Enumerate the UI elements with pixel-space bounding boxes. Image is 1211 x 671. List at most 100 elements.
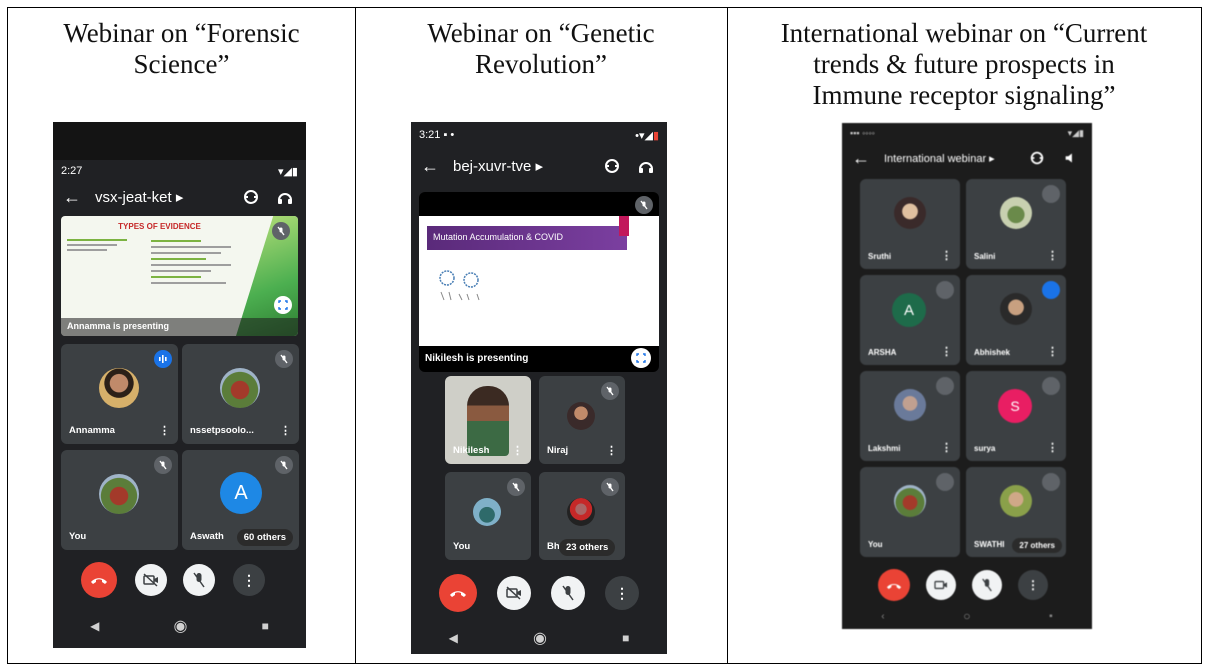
participant-tile[interactable]: A ARSHA ⋮ xyxy=(860,275,960,365)
others-count-badge[interactable]: 23 others xyxy=(559,539,616,556)
participant-tile[interactable]: Lakshmi ⋮ xyxy=(860,371,960,461)
more-options-icon[interactable]: ⋮ xyxy=(1047,345,1058,358)
slide-title: Mutation Accumulation & COVID xyxy=(433,232,564,242)
switch-camera-icon[interactable] xyxy=(240,186,262,208)
phone-screenshot-immune: ▪▪▪ ◦◦◦◦ ▾◢▮ ← International webinar ▸ S… xyxy=(842,123,1092,629)
participant-photo xyxy=(99,368,139,408)
more-options-icon[interactable]: ⋮ xyxy=(941,249,952,262)
camera-off-button[interactable] xyxy=(135,564,167,596)
more-options-button[interactable]: ⋮ xyxy=(233,564,265,596)
caption-line: trends & future prospects in xyxy=(813,49,1115,79)
more-options-icon[interactable]: ⋮ xyxy=(1047,249,1058,262)
participant-tile[interactable]: Bh 23 others xyxy=(539,472,625,560)
speaking-indicator-icon xyxy=(1042,281,1060,299)
status-time: ▪▪▪ ◦◦◦◦ xyxy=(850,128,875,138)
audio-output-icon[interactable] xyxy=(635,155,657,177)
others-count-badge[interactable]: 27 others xyxy=(1012,538,1062,553)
participant-tile[interactable]: A Aswath 60 others xyxy=(182,450,299,550)
switch-camera-icon[interactable] xyxy=(1026,147,1048,169)
participant-tile[interactable]: Sruthi ⋮ xyxy=(860,179,960,269)
mic-off-icon xyxy=(1042,473,1060,491)
participant-photo xyxy=(567,498,595,526)
participant-tile[interactable]: You xyxy=(860,467,960,557)
fullscreen-icon[interactable] xyxy=(274,296,292,314)
switch-camera-icon[interactable] xyxy=(601,155,623,177)
speaker-icon[interactable] xyxy=(1060,147,1082,169)
more-options-button[interactable]: ⋮ xyxy=(1018,570,1048,600)
participant-tile[interactable]: nssetpsoolo... ⋮ xyxy=(182,344,299,444)
fullscreen-icon[interactable] xyxy=(631,348,651,368)
more-options-icon[interactable]: ⋮ xyxy=(512,444,523,457)
back-arrow-icon[interactable]: ← xyxy=(852,148,870,169)
nav-home-icon[interactable]: ◉ xyxy=(173,616,187,636)
more-options-icon[interactable]: ⋮ xyxy=(280,424,291,437)
slide-page: Mutation Accumulation & COVID xyxy=(419,216,659,346)
mic-off-button[interactable] xyxy=(551,576,585,610)
back-arrow-icon[interactable]: ← xyxy=(421,156,439,177)
nav-recents-icon[interactable]: ■ xyxy=(262,619,269,633)
participant-tile[interactable]: Annamma ⋮ xyxy=(61,344,178,444)
audio-output-icon[interactable] xyxy=(274,186,296,208)
more-options-icon[interactable]: ⋮ xyxy=(941,441,952,454)
meeting-code[interactable]: International webinar ▸ xyxy=(884,152,1014,165)
participant-tile[interactable]: You xyxy=(445,472,531,560)
meeting-code[interactable]: bej-xuvr-tve ▸ xyxy=(453,157,589,175)
status-time: 2:27 xyxy=(61,165,83,177)
participant-tile[interactable]: Salini ⋮ xyxy=(966,179,1066,269)
mic-off-icon xyxy=(1042,377,1060,395)
participant-photo xyxy=(894,485,926,517)
android-nav-bar: ◀ ◉ ■ xyxy=(53,612,306,640)
participant-tile[interactable]: Nikilesh ⋮ xyxy=(445,376,531,464)
more-options-icon[interactable]: ⋮ xyxy=(606,444,617,457)
column-forensic: Webinar on “Forensic Science” 2:27 ▾◢▮ ←… xyxy=(8,8,356,663)
slide-title-bar: Mutation Accumulation & COVID xyxy=(427,226,627,250)
status-icons: ▾◢▮ xyxy=(1067,127,1084,138)
android-nav-bar: ◀ ◉ ■ xyxy=(411,624,667,652)
meeting-code[interactable]: vsx-jeat-ket ▸ xyxy=(95,188,228,206)
more-options-icon[interactable]: ⋮ xyxy=(941,345,952,358)
participant-tile[interactable]: Abhishek ⋮ xyxy=(966,275,1066,365)
end-call-button[interactable] xyxy=(878,569,910,601)
nav-back-icon[interactable]: ◀ xyxy=(449,631,458,645)
status-bar: 3:21 ▪ • •▾◢▮ xyxy=(411,126,667,144)
participant-tile[interactable]: S surya ⋮ xyxy=(966,371,1066,461)
end-call-button[interactable] xyxy=(81,562,117,598)
participant-name: Annamma xyxy=(69,425,115,436)
comparison-table: Webinar on “Forensic Science” 2:27 ▾◢▮ ←… xyxy=(7,7,1202,664)
participant-name: Lakshmi xyxy=(868,444,901,453)
mic-off-icon xyxy=(601,382,619,400)
mic-off-icon xyxy=(154,456,172,474)
nav-back-icon[interactable]: ‹ xyxy=(881,611,884,622)
nav-recents-icon[interactable]: ■ xyxy=(622,631,629,645)
caption-immune: International webinar on “Current trends… xyxy=(727,18,1201,111)
mic-off-button[interactable] xyxy=(972,570,1002,600)
nav-home-icon[interactable]: ◉ xyxy=(533,628,547,648)
virus-diagram xyxy=(433,264,503,304)
participant-tile[interactable]: You xyxy=(61,450,178,550)
more-options-icon[interactable]: ⋮ xyxy=(159,424,170,437)
letter-avatar: A xyxy=(220,472,262,514)
participant-photo xyxy=(99,474,139,514)
more-options-icon[interactable]: ⋮ xyxy=(1047,441,1058,454)
more-options-button[interactable]: ⋮ xyxy=(605,576,639,610)
status-time: 3:21 ▪ • xyxy=(419,129,455,141)
participant-photo xyxy=(567,402,595,430)
participant-tile[interactable]: SWATHI 27 others xyxy=(966,467,1066,557)
back-arrow-icon[interactable]: ← xyxy=(63,187,81,208)
caption-line: Immune receptor signaling” xyxy=(812,80,1116,110)
end-call-button[interactable] xyxy=(439,574,477,612)
nav-home-icon[interactable]: ○ xyxy=(963,609,970,623)
participant-tile[interactable]: Niraj ⋮ xyxy=(539,376,625,464)
others-count-badge[interactable]: 60 others xyxy=(236,529,293,546)
column-immune: International webinar on “Current trends… xyxy=(727,8,1201,663)
participant-photo xyxy=(1000,293,1032,325)
nav-recents-icon[interactable]: ▪ xyxy=(1049,611,1053,622)
participant-name: SWATHI xyxy=(974,540,1005,549)
nav-back-icon[interactable]: ◀ xyxy=(90,619,99,633)
camera-off-button[interactable] xyxy=(497,576,531,610)
camera-off-button[interactable] xyxy=(926,570,956,600)
presenting-banner: Annamma is presenting xyxy=(61,318,298,336)
mic-off-button[interactable] xyxy=(183,564,215,596)
participant-photo xyxy=(1000,485,1032,517)
mic-off-icon xyxy=(272,222,290,240)
